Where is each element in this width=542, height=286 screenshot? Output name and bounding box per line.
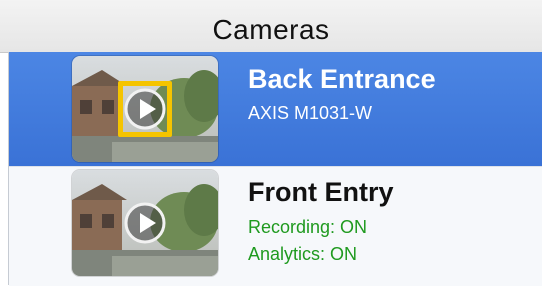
analytics-status: Analytics: ON (248, 244, 358, 264)
camera-name: Front Entry (248, 177, 394, 207)
panel-header: Cameras (0, 0, 542, 53)
recording-status: Recording: ON (248, 217, 368, 237)
camera-model: AXIS M1031-W (248, 103, 373, 123)
camera-thumbnail[interactable] (72, 170, 218, 276)
camera-list: Back Entrance AXIS M1031-W Front Entry R… (8, 52, 542, 286)
panel-title: Cameras (212, 14, 330, 45)
cameras-panel: Cameras Back Entrance AXIS M1031-W Front… (0, 0, 542, 286)
camera-row-front-entry[interactable]: Front Entry Recording: ON Analytics: ON (9, 166, 542, 286)
camera-name: Back Entrance (248, 64, 436, 94)
play-highlight-box (118, 81, 172, 137)
play-icon[interactable] (123, 201, 167, 245)
camera-row-back-entrance[interactable]: Back Entrance AXIS M1031-W (9, 52, 542, 166)
